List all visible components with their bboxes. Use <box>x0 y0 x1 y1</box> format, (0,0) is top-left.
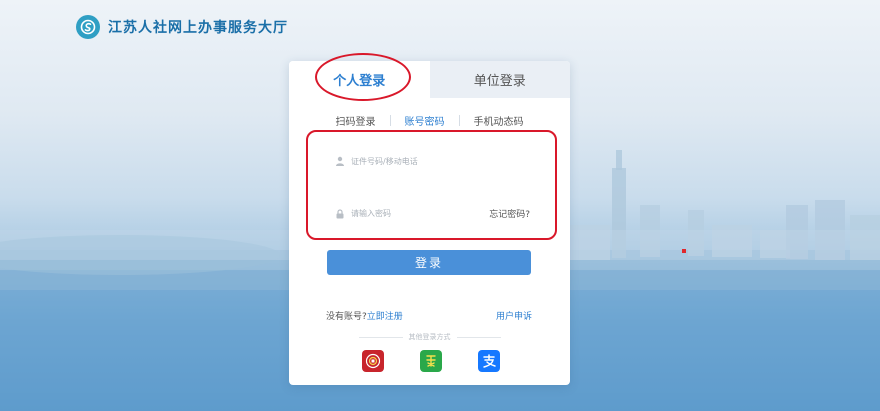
s-swirl-logo-icon <box>76 15 100 39</box>
other-login-methods-label: 其他登录方式 <box>408 333 451 341</box>
tab-account-password[interactable]: 账号密码 <box>391 113 459 128</box>
tab-organization-login[interactable]: 单位登录 <box>429 61 570 98</box>
su-app-icon[interactable] <box>420 350 442 372</box>
site-title: 江苏人社网上办事服务大厅 <box>108 20 288 36</box>
tab-personal-login[interactable]: 个人登录 <box>289 61 430 98</box>
divider-line <box>456 336 501 338</box>
red-marker <box>682 249 686 253</box>
no-account-text: 没有账号? <box>326 312 367 322</box>
divider-line <box>358 336 403 338</box>
tab-scan-login[interactable]: 扫码登录 <box>322 113 390 128</box>
forgot-password-link[interactable]: 忘记密码? <box>489 207 530 220</box>
login-button[interactable]: 登录 <box>327 250 531 275</box>
login-panel: 个人登录 单位登录 扫码登录 账号密码 手机动态码 忘记密码? 登录 没有账号? <box>289 61 570 385</box>
user-icon <box>335 156 345 166</box>
register-link[interactable]: 立即注册 <box>367 309 403 322</box>
lock-icon <box>335 208 345 219</box>
username-input[interactable] <box>351 156 471 166</box>
alipay-icon[interactable] <box>478 350 500 372</box>
tab-phone-code[interactable]: 手机动态码 <box>460 113 538 128</box>
user-appeal-link[interactable]: 用户申诉 <box>496 309 532 322</box>
account-links: 没有账号? 立即注册 用户申诉 <box>326 309 532 322</box>
login-method-tabs: 扫码登录 账号密码 手机动态码 <box>289 112 570 128</box>
login-type-tabs: 个人登录 单位登录 <box>289 61 570 98</box>
password-input[interactable] <box>351 209 471 218</box>
site-header: 江苏人社网上办事服务大厅 <box>76 14 288 40</box>
username-field-row <box>335 156 530 166</box>
password-field-row: 忘记密码? <box>335 207 530 220</box>
jiangsu-hrss-app-icon[interactable] <box>362 350 384 372</box>
third-party-login-icons <box>362 350 500 372</box>
other-login-methods-divider: 其他登录方式 <box>289 332 570 342</box>
